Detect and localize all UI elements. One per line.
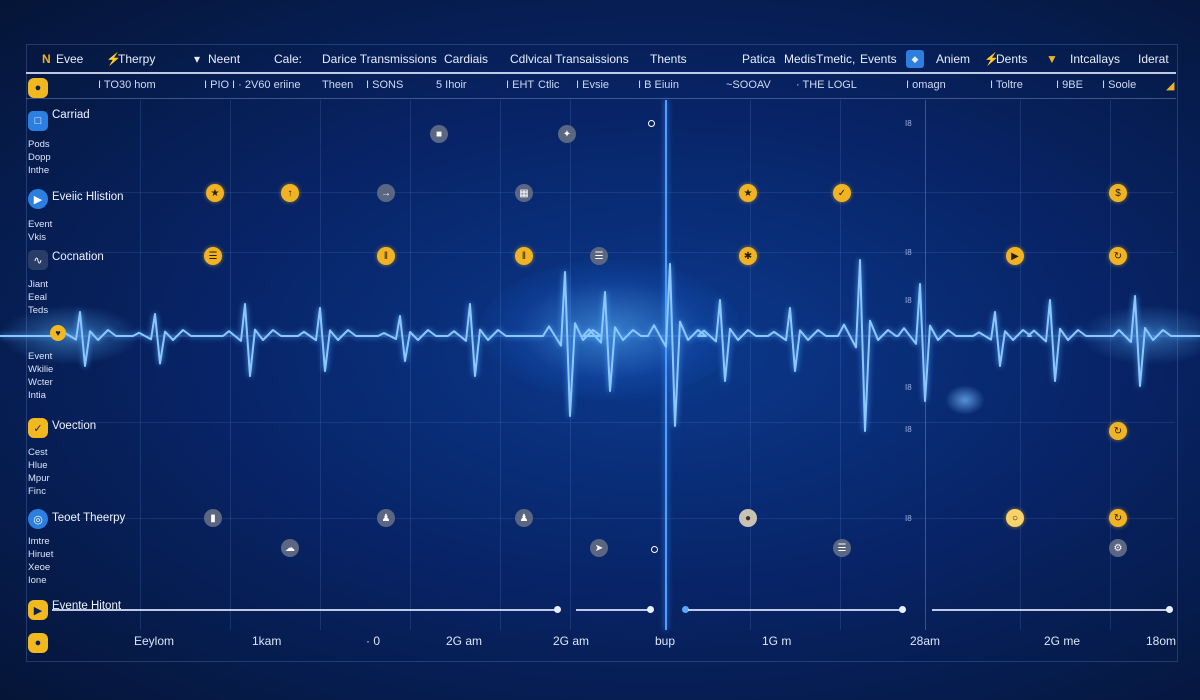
- sub-label: Imtre: [28, 536, 50, 547]
- sub-label: Pods: [28, 139, 50, 150]
- event-marker-icon[interactable]: ✦: [558, 125, 576, 143]
- section-title[interactable]: Teoet Theerpy: [52, 512, 125, 524]
- sub-label: Wcter: [28, 377, 53, 388]
- sub-label: Ione: [28, 575, 47, 586]
- sub-label: Mpur: [28, 473, 50, 484]
- time-label: 1kam: [252, 634, 282, 648]
- pause-icon[interactable]: ‖: [515, 247, 533, 265]
- play-icon[interactable]: ▶: [28, 600, 48, 620]
- record-icon[interactable]: ●: [739, 509, 757, 527]
- section-sub: Jiant Eeal Teds: [28, 278, 68, 317]
- refresh-icon[interactable]: ↻: [1109, 247, 1127, 265]
- pin-icon[interactable]: ↑: [281, 184, 299, 202]
- sub-label: Event: [28, 351, 53, 362]
- section-title[interactable]: Carriad: [52, 109, 90, 121]
- star-icon[interactable]: ✱: [739, 247, 757, 265]
- check-icon[interactable]: ✓: [28, 418, 48, 438]
- star-icon[interactable]: ★: [206, 184, 224, 202]
- lock-icon[interactable]: ▮: [204, 509, 222, 527]
- time-label: 28am: [910, 634, 941, 648]
- settings-icon[interactable]: ⚙: [1109, 539, 1127, 557]
- section-sub: Pods Dopp Inthe: [28, 138, 68, 177]
- sub-label: Cest: [28, 447, 48, 458]
- section-sub: Event Vkis: [28, 218, 68, 244]
- section-title[interactable]: Cocnation: [52, 251, 104, 263]
- heart-icon[interactable]: ♥: [50, 325, 66, 341]
- sub-label: Inthe: [28, 165, 50, 176]
- section-sub: Event Wkilie Wcter Intia: [28, 350, 68, 402]
- info-icon[interactable]: ●: [28, 633, 48, 653]
- time-label: 18om: [1146, 634, 1177, 648]
- star-icon[interactable]: ★: [739, 184, 757, 202]
- event-timeline[interactable]: [932, 609, 1170, 611]
- sub-label: Intia: [28, 390, 46, 401]
- timeline-handle[interactable]: [1166, 606, 1173, 613]
- menu-icon[interactable]: ☰: [590, 247, 608, 265]
- person-icon[interactable]: ♟: [377, 509, 395, 527]
- marker-dot: [651, 546, 658, 553]
- sub-label: Jiant: [28, 279, 49, 290]
- event-marker-icon[interactable]: ■: [430, 125, 448, 143]
- sub-label: Vkis: [28, 232, 46, 243]
- section-sub: Cest Hlue Mpur Finc: [28, 446, 68, 498]
- person-icon[interactable]: ♟: [515, 509, 533, 527]
- timeline-handle[interactable]: [899, 606, 906, 613]
- cardiac-icon[interactable]: □: [28, 111, 48, 131]
- pause-icon[interactable]: ‖: [377, 247, 395, 265]
- sub-label: Hiruet: [28, 549, 54, 560]
- marker-dot: [648, 120, 655, 127]
- sub-label: Dopp: [28, 152, 51, 163]
- section-sub: Imtre Hiruet Xeoe Ione: [28, 535, 68, 587]
- sub-label: Finc: [28, 486, 46, 497]
- sub-label: Teds: [28, 305, 49, 316]
- time-label: 2G am: [446, 634, 483, 648]
- send-icon[interactable]: ➤: [590, 539, 608, 557]
- dollar-icon[interactable]: $: [1109, 184, 1127, 202]
- time-label: Eeylom: [134, 634, 175, 648]
- section-title[interactable]: Eveiic Hlistion: [52, 191, 124, 203]
- time-label: · 0: [366, 634, 381, 648]
- time-label: bup: [655, 634, 676, 648]
- lock-icon[interactable]: ●: [28, 78, 48, 98]
- sub-label: Event: [28, 219, 53, 230]
- timeline-handle[interactable]: [554, 606, 561, 613]
- refresh-icon[interactable]: ↻: [1109, 422, 1127, 440]
- sub-label: Xeoe: [28, 562, 51, 573]
- section-title[interactable]: Voection: [52, 420, 96, 432]
- grid-icon[interactable]: ▦: [515, 184, 533, 202]
- refresh-icon[interactable]: ↻: [1109, 509, 1127, 527]
- sub-label: Hlue: [28, 460, 48, 471]
- time-label: 1G m: [762, 634, 792, 648]
- list-icon[interactable]: ☰: [204, 247, 222, 265]
- time-label: 2G am: [553, 634, 590, 648]
- equalizer-icon[interactable]: ☰: [833, 539, 851, 557]
- event-timeline[interactable]: [688, 609, 902, 611]
- event-timeline[interactable]: [576, 609, 650, 611]
- time-label: 2G me: [1044, 634, 1081, 648]
- arrow-icon[interactable]: →: [377, 184, 395, 202]
- play-icon[interactable]: ▶: [1006, 247, 1024, 265]
- ecg-waveform: [0, 259, 1200, 432]
- check-icon[interactable]: ✓: [833, 184, 851, 202]
- timeline-handle[interactable]: [647, 606, 654, 613]
- cloud-icon[interactable]: ☁: [281, 539, 299, 557]
- event-icon[interactable]: ▶: [28, 189, 48, 209]
- sub-label: Eeal: [28, 292, 48, 303]
- record-icon[interactable]: ○: [1006, 509, 1024, 527]
- therapy-icon[interactable]: ◎: [28, 509, 48, 529]
- sub-label: Wkilie: [28, 364, 54, 375]
- pulse-icon[interactable]: ∿: [28, 250, 48, 270]
- event-timeline[interactable]: [52, 609, 557, 611]
